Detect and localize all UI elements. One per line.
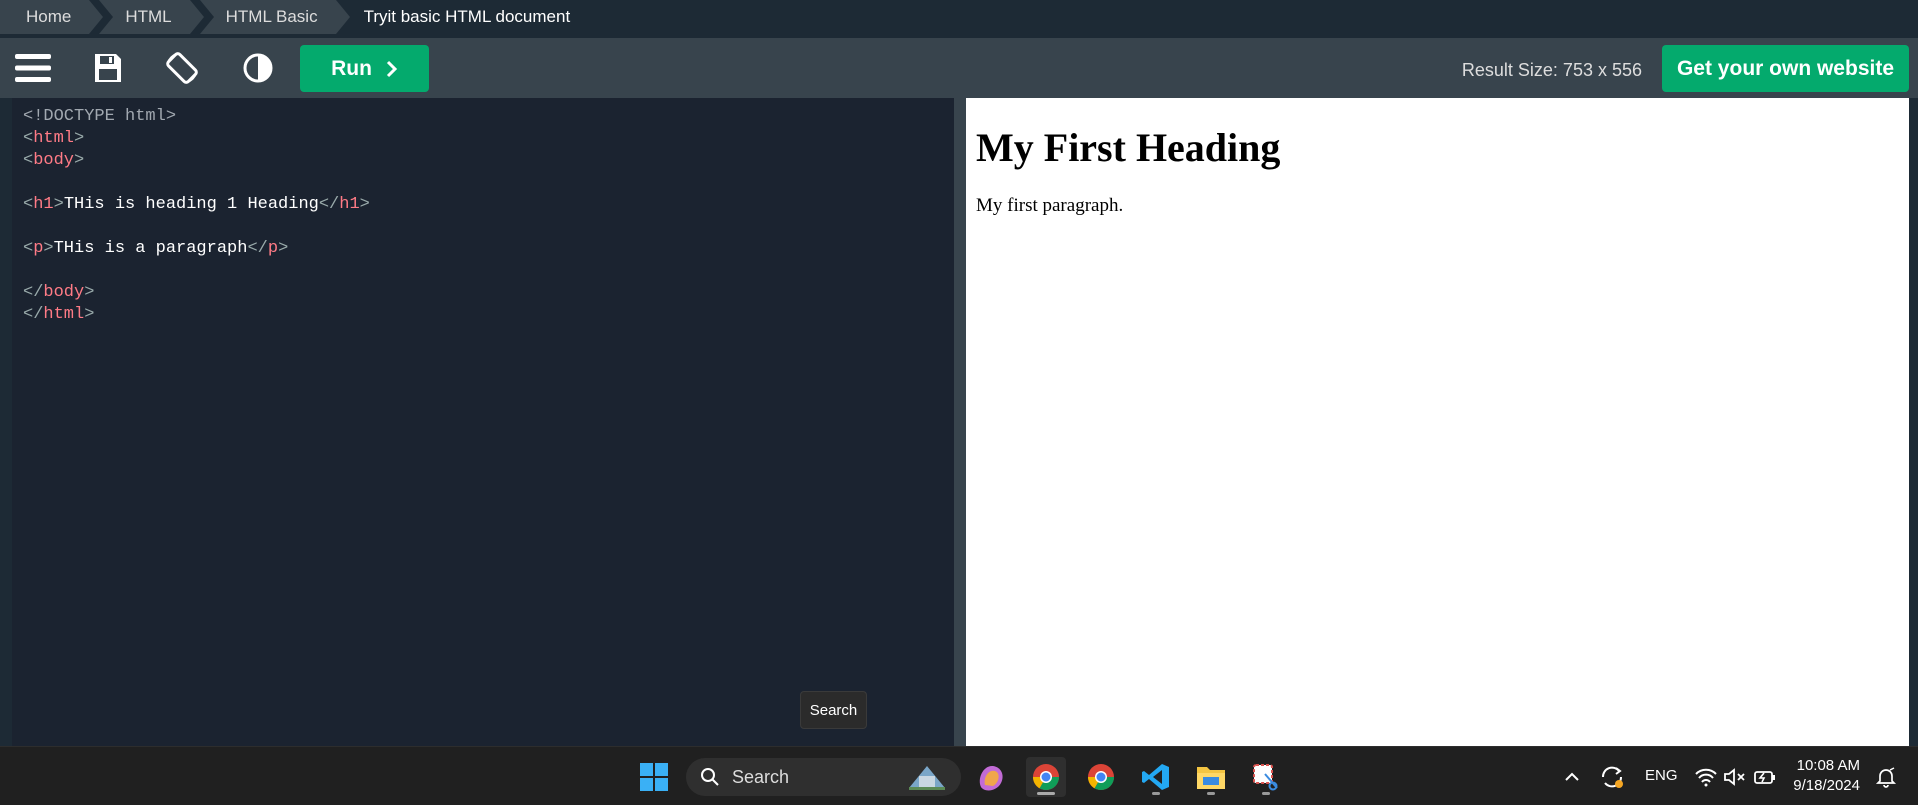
search-placeholder: Search	[732, 766, 790, 787]
vscode-icon[interactable]	[1136, 757, 1176, 797]
save-icon[interactable]	[88, 48, 128, 88]
taskbar: Search ENG 10:08 AM 9/18/2024	[0, 746, 1918, 805]
get-own-website-button[interactable]: Get your own website	[1662, 45, 1909, 92]
code-line: <p>THis is a paragraph</p>	[23, 239, 289, 258]
result-size: Result Size: 753 x 556	[1461, 60, 1642, 80]
toolbar: Run Result Size: 753 x 556 Get your own …	[0, 38, 1918, 98]
breadcrumb-home[interactable]: Home	[0, 0, 104, 34]
breadcrumb: Home HTML HTML Basic Tryit basic HTML do…	[0, 0, 1918, 36]
snipping-tool-icon[interactable]	[1246, 757, 1286, 797]
windows-start-icon[interactable]	[634, 757, 674, 797]
clock-time: 10:08 AM	[1796, 757, 1860, 774]
taskbar-search-input[interactable]: Search	[686, 758, 961, 796]
result-paragraph: My first paragraph.	[976, 195, 1124, 216]
clock-date: 9/18/2024	[1793, 777, 1860, 794]
language-indicator[interactable]: ENG	[1645, 767, 1678, 784]
code-line: <h1>THis is heading 1 Heading</h1>	[23, 195, 370, 214]
result-pane: My First Heading My first paragraph.	[966, 98, 1909, 746]
code-line: <body>	[23, 151, 85, 170]
code-line: </body>	[23, 283, 95, 302]
code-editor[interactable]: <!DOCTYPE html> <html> <body> <h1>THis i…	[12, 98, 954, 746]
chrome-icon[interactable]	[1026, 757, 1066, 797]
copilot-icon[interactable]	[971, 757, 1011, 797]
breadcrumb-html-basic[interactable]: HTML Basic	[199, 0, 350, 34]
breadcrumb-html[interactable]: HTML	[99, 0, 204, 34]
search-icon	[701, 768, 719, 786]
file-explorer-icon[interactable]	[1191, 757, 1231, 797]
battery-charging-icon[interactable]	[1745, 757, 1785, 797]
search-highlight-icon	[909, 766, 945, 790]
code-line: </html>	[23, 305, 95, 324]
sync-icon[interactable]	[1592, 757, 1632, 797]
notification-bell-icon[interactable]	[1866, 757, 1906, 797]
rotate-device-icon[interactable]	[162, 48, 202, 88]
chevron-up-icon[interactable]	[1552, 757, 1592, 797]
pane-splitter[interactable]	[954, 98, 966, 746]
run-label: Run	[331, 56, 372, 80]
run-button[interactable]: Run	[300, 45, 429, 92]
contrast-icon[interactable]	[238, 48, 278, 88]
taskbar-clock[interactable]: 10:08 AM 9/18/2024	[1793, 756, 1860, 796]
result-heading: My First Heading	[976, 125, 1281, 170]
chevron-right-icon	[386, 60, 398, 77]
breadcrumb-current: Tryit basic HTML document	[363, 7, 571, 26]
code-line: <html>	[23, 129, 85, 148]
hamburger-icon[interactable]	[13, 48, 53, 88]
chrome-profile-icon[interactable]	[1081, 757, 1121, 797]
code-line: <!DOCTYPE html>	[23, 107, 177, 126]
search-tooltip: Search	[800, 691, 867, 729]
